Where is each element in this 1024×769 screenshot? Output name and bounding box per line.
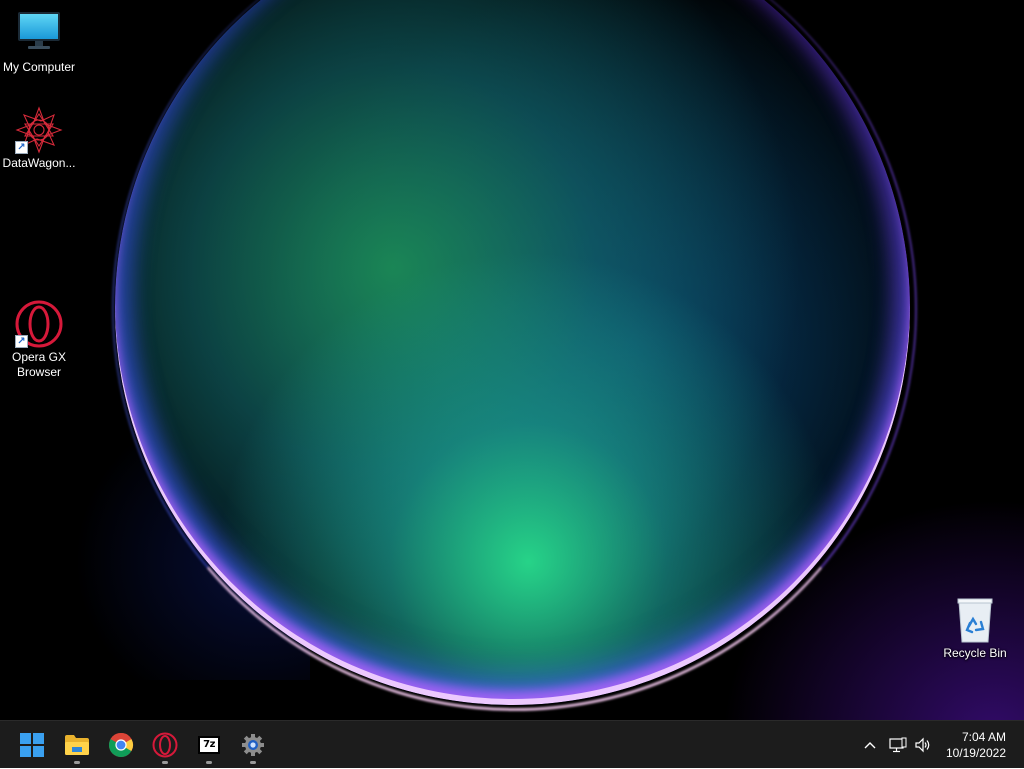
monitor-icon — [15, 10, 63, 58]
running-indicator — [162, 761, 168, 764]
chevron-up-icon — [864, 742, 876, 749]
recycle-bin-icon — [951, 596, 999, 644]
windows-start-icon — [20, 733, 44, 757]
desktop-icon-datawagon[interactable]: ↗ DataWagon... — [0, 106, 78, 171]
desktop-icon-my-computer[interactable]: My Computer — [0, 10, 78, 75]
desktop-icon-label: Opera GX Browser — [11, 350, 67, 379]
taskbar-opera-gx[interactable] — [146, 726, 184, 764]
taskbar-settings[interactable] — [234, 726, 272, 764]
taskbar-file-explorer[interactable] — [58, 726, 96, 764]
shortcut-arrow-icon: ↗ — [15, 335, 28, 348]
running-indicator — [74, 761, 80, 764]
show-hidden-icons-button[interactable] — [860, 721, 880, 769]
start-button[interactable] — [13, 726, 51, 764]
running-indicator — [206, 761, 212, 764]
taskbar-7zip[interactable]: 7z — [190, 726, 228, 764]
desktop-icon-opera-gx[interactable]: ↗ Opera GX Browser — [0, 300, 78, 380]
network-icon — [889, 737, 907, 753]
running-indicator — [250, 761, 256, 764]
opera-gx-icon: ↗ — [15, 300, 63, 348]
datawagon-icon: ↗ — [15, 106, 63, 154]
opera-gx-icon — [152, 732, 178, 758]
volume-icon — [915, 737, 930, 753]
clock-date: 10/19/2022 — [945, 746, 1006, 760]
desktop-icon-label: Recycle Bin — [943, 646, 1007, 660]
volume-button[interactable] — [912, 721, 934, 769]
chrome-icon — [108, 733, 134, 758]
taskbar-chrome[interactable] — [102, 726, 140, 764]
folder-icon — [65, 735, 89, 755]
shortcut-arrow-icon: ↗ — [15, 141, 28, 154]
desktop[interactable]: My Computer ↗ DataWagon... ↗ Opera GX Br… — [0, 0, 1024, 720]
desktop-icon-label: DataWagon... — [2, 156, 76, 170]
desktop-icon-recycle-bin[interactable]: Recycle Bin — [936, 596, 1014, 661]
network-status-button[interactable] — [887, 721, 909, 769]
taskbar: 7z 7:04 AM 10/19/2022 — [0, 720, 1024, 768]
clock-time: 7:04 AM — [961, 730, 1006, 744]
clock[interactable]: 7:04 AM 10/19/2022 — [946, 729, 1006, 761]
7zip-icon: 7z — [198, 736, 220, 754]
settings-gear-icon — [242, 734, 264, 756]
desktop-icon-label: My Computer — [2, 60, 76, 74]
